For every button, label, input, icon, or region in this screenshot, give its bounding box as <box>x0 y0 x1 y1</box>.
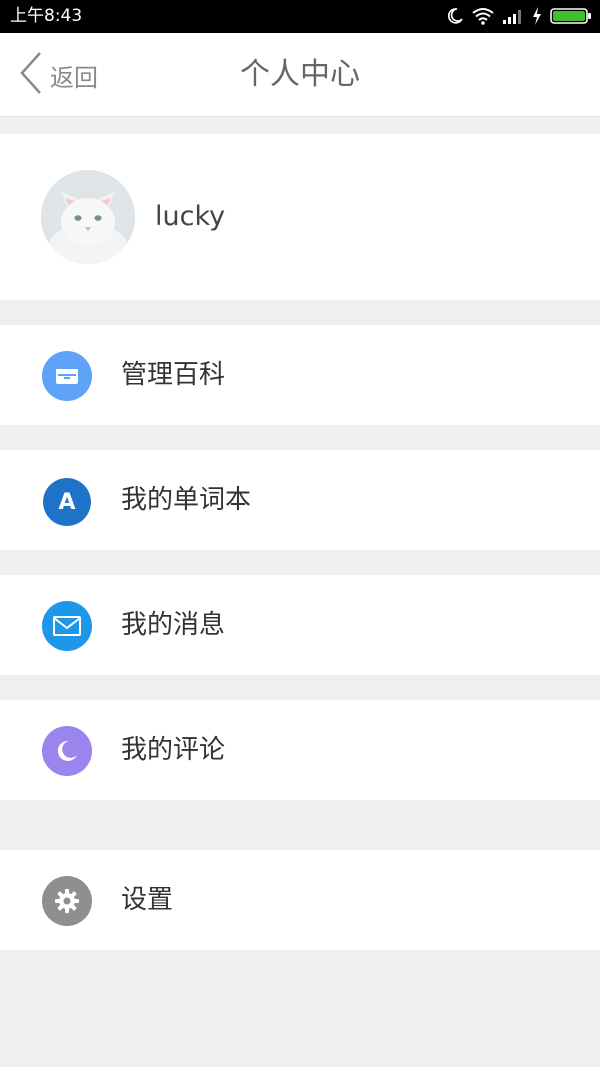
menu-item-label: 我的单词本 <box>121 485 252 515</box>
avatar[interactable] <box>41 170 135 264</box>
moon-icon <box>446 7 464 25</box>
page-title: 个人中心 <box>240 57 360 92</box>
username: lucky <box>155 201 226 232</box>
battery-icon <box>550 7 592 25</box>
wifi-icon <box>472 7 494 25</box>
menu-item-messages[interactable]: 我的消息 <box>0 575 600 675</box>
charging-icon <box>532 7 542 25</box>
status-icons <box>446 5 592 27</box>
menu-item-label: 我的评论 <box>121 735 226 765</box>
profile-card[interactable]: lucky <box>0 134 600 300</box>
menu-item-wordbook[interactable]: A 我的单词本 <box>0 450 600 550</box>
menu-item-settings[interactable]: 设置 <box>0 850 600 950</box>
nav-bar: 返回 个人中心 <box>0 33 600 117</box>
status-bar: 上午8:43 <box>0 0 600 33</box>
moon-icon <box>42 726 92 776</box>
mail-icon <box>42 601 92 651</box>
menu-item-label: 管理百科 <box>121 360 226 390</box>
box-icon <box>42 351 92 401</box>
menu-item-manage-wiki[interactable]: 管理百科 <box>0 325 600 425</box>
letter-a-text: A <box>58 489 76 515</box>
gear-icon <box>42 876 92 926</box>
signal-icon <box>502 7 524 25</box>
menu-item-label: 我的消息 <box>121 610 226 640</box>
letter-a-icon: A <box>43 478 91 526</box>
menu-item-comments[interactable]: 我的评论 <box>0 700 600 800</box>
menu-item-label: 设置 <box>121 885 174 915</box>
status-time: 上午8:43 <box>10 6 83 26</box>
